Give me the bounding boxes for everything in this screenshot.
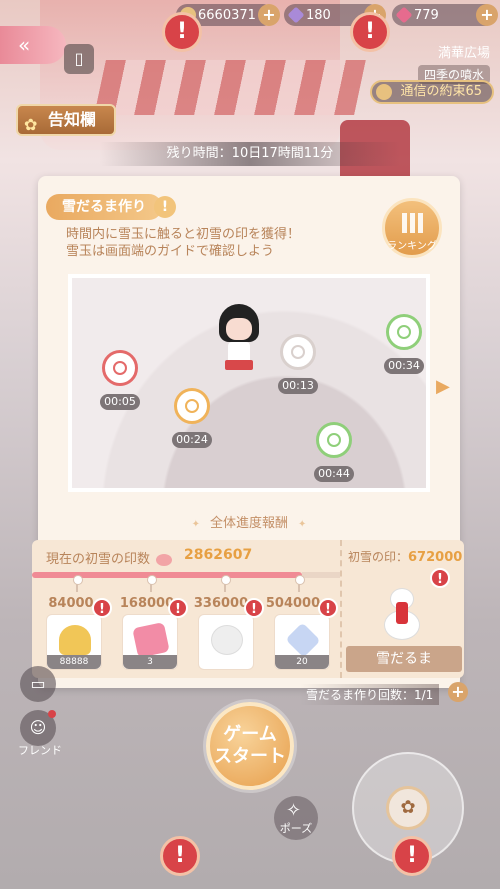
- reward-item[interactable]: [198, 614, 254, 670]
- paw-icon[interactable]: ✿: [386, 786, 430, 830]
- snowball-target: [102, 350, 138, 386]
- progress-rewards: 現在の初雪の印数 2862607 84000 168000 336000 504…: [32, 540, 340, 678]
- alert-icon[interactable]: !: [162, 12, 202, 52]
- location-label: 満華広場 四季の噴水: [417, 42, 490, 84]
- current-marks-value: 2862607: [184, 547, 253, 563]
- reward-item[interactable]: 88888: [46, 614, 102, 670]
- snowball-target: [386, 314, 422, 350]
- roof: [94, 60, 366, 115]
- game-start-button[interactable]: ゲーム スタート: [206, 702, 294, 790]
- alert-icon: !: [168, 598, 188, 618]
- snowball-target: [316, 422, 352, 458]
- target-timer: 00:13: [278, 378, 318, 394]
- snowflake-gem-icon: [156, 553, 173, 566]
- pose-icon: ✧: [286, 800, 302, 821]
- milestone-pin: [221, 575, 231, 592]
- reward-item[interactable]: 20: [274, 614, 330, 670]
- letter-icon: [376, 84, 393, 100]
- gem-icon: [395, 6, 413, 24]
- event-description: 時間内に雪玉に触ると初雪の印を獲得！ 雪玉は画面端のガイドで確認しよう: [66, 227, 301, 259]
- notification-dot: [48, 710, 56, 718]
- alert-icon[interactable]: !: [392, 836, 432, 876]
- back-button[interactable]: «: [0, 26, 66, 64]
- crown-icon: [59, 625, 91, 655]
- ranking-button[interactable]: ランキング: [382, 198, 442, 258]
- remaining-time: 残り時間：10日17時間11分: [100, 142, 400, 166]
- progress-reward-title: 全体進度報酬: [38, 512, 460, 531]
- panel-title: 雪だるま作り: [46, 194, 162, 220]
- milestone-pin: [73, 575, 83, 592]
- chat-icon[interactable]: ▭: [20, 666, 56, 702]
- alert-icon[interactable]: !: [350, 12, 390, 52]
- alert-icon: !: [92, 598, 112, 618]
- guide-preview: 00:05 00:24 00:13 00:34 00:44: [68, 274, 430, 492]
- target-timer: 00:05: [100, 394, 140, 410]
- milestone-pin: [147, 575, 157, 592]
- reward-item[interactable]: 3: [122, 614, 178, 670]
- add-coins-button[interactable]: +: [258, 4, 280, 26]
- alert-icon[interactable]: !: [160, 836, 200, 876]
- exit-door-icon[interactable]: ▯: [64, 44, 94, 74]
- info-icon[interactable]: !: [154, 196, 176, 218]
- paw-icon: ✿: [24, 115, 38, 134]
- diamond-icon: [287, 6, 305, 24]
- target-timer: 00:34: [384, 358, 424, 374]
- snowman-reward[interactable]: 初雪の印：672000 ! 雪だるま: [340, 540, 464, 678]
- alert-icon: !: [244, 598, 264, 618]
- snowman-icon: [380, 588, 424, 640]
- snowman-marks-label: 初雪の印：672000: [348, 550, 463, 565]
- next-arrow-icon[interactable]: ▶: [436, 376, 450, 397]
- alert-icon: !: [318, 598, 338, 618]
- snowball-icon: [211, 625, 243, 655]
- current-marks-label: 現在の初雪の印数: [46, 548, 173, 567]
- add-gems-button[interactable]: +: [476, 4, 498, 26]
- snowman-name: 雪だるま: [346, 646, 462, 672]
- alert-icon: !: [430, 568, 450, 588]
- target-timer: 00:44: [314, 466, 354, 482]
- play-count: 雪だるま作り回数：1/1: [300, 684, 440, 705]
- pose-button[interactable]: ✧ ポーズ: [274, 796, 318, 840]
- friend-label: フレンド: [18, 744, 62, 757]
- snowball-target: [174, 388, 210, 424]
- player-character: [216, 304, 262, 384]
- add-count-button[interactable]: +: [448, 682, 468, 702]
- snowball-target: [280, 334, 316, 370]
- crystal-icon: [285, 622, 321, 658]
- milestone-pin: [295, 575, 305, 592]
- promise-button[interactable]: 通信の約束65: [370, 80, 494, 104]
- target-timer: 00:24: [172, 432, 212, 448]
- ranking-icon: [402, 213, 424, 233]
- ticket-icon: [132, 622, 170, 658]
- notice-board-button[interactable]: ✿ 告知欄: [16, 104, 116, 136]
